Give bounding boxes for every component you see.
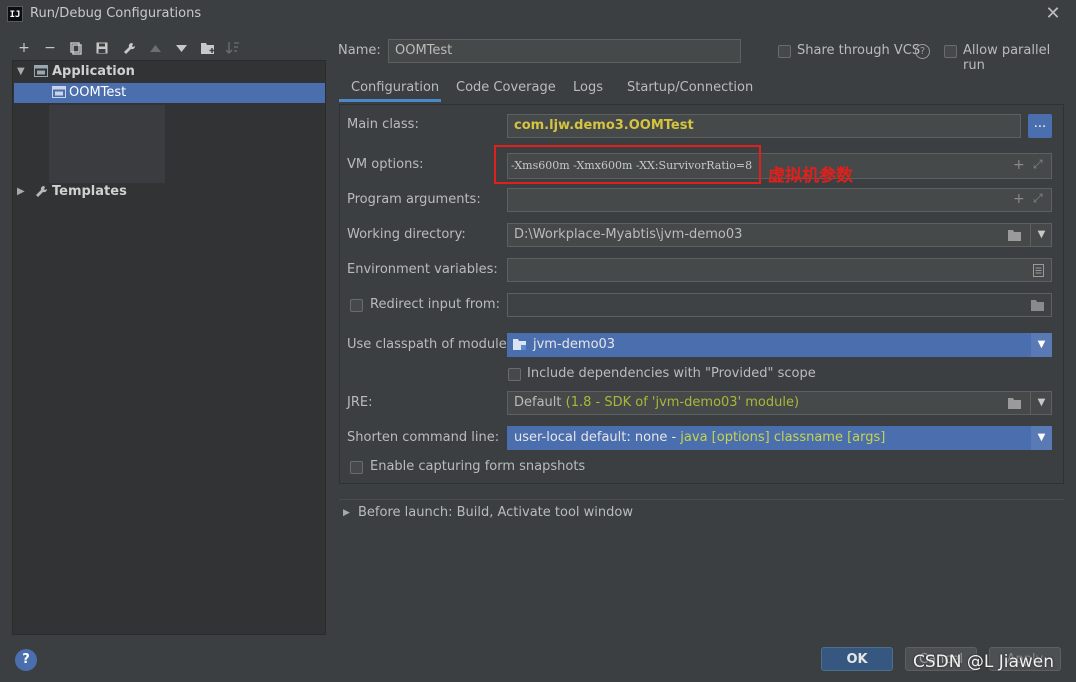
ok-button[interactable]: OK xyxy=(821,647,893,671)
tree-item-label: OOMTest xyxy=(69,85,127,100)
capture-snapshots-checkbox[interactable] xyxy=(350,461,363,474)
working-directory-value: D:\Workplace-Myabtis\jvm-demo03 xyxy=(514,227,743,242)
application-icon xyxy=(34,65,48,77)
name-field-value: OOMTest xyxy=(395,43,453,58)
divider xyxy=(339,499,1064,500)
expand-plus-icon[interactable]: + xyxy=(1013,157,1025,173)
working-directory-label: Working directory: xyxy=(347,227,466,242)
remove-icon[interactable]: − xyxy=(41,40,59,56)
folder-icon[interactable] xyxy=(1031,299,1046,315)
tab-code-coverage[interactable]: Code Coverage xyxy=(456,80,556,102)
add-icon[interactable]: + xyxy=(15,40,33,56)
chevron-down-icon[interactable]: ▼ xyxy=(1030,224,1052,246)
shorten-main-text: user-local default: none xyxy=(514,430,668,445)
main-class-field[interactable]: com.ljw.demo3.OOMTest xyxy=(507,114,1021,138)
tab-startup-connection[interactable]: Startup/Connection xyxy=(627,80,753,102)
name-field[interactable]: OOMTest xyxy=(388,39,741,63)
annotation-vm-params: 虚拟机参数 xyxy=(768,166,853,186)
wrench-icon[interactable] xyxy=(120,40,138,56)
watermark: CSDN @L Jiawen xyxy=(913,652,1055,672)
expand-field-icon[interactable]: ⤢ xyxy=(1033,157,1043,172)
allow-parallel-label: Allow parallel run xyxy=(963,43,1051,73)
shorten-detail-text: java [options] classname [args] xyxy=(680,430,886,445)
application-icon xyxy=(52,86,66,98)
jre-field[interactable]: Default (1.8 - SDK of 'jvm-demo03' modul… xyxy=(507,391,1052,415)
include-provided-checkbox[interactable] xyxy=(508,368,521,381)
chevron-down-icon[interactable]: ▼ xyxy=(1030,392,1052,414)
help-icon[interactable]: ? xyxy=(915,44,930,59)
jre-value: Default (1.8 - SDK of 'jvm-demo03' modul… xyxy=(508,392,1051,414)
shorten-command-select[interactable]: user-local default: none - java [options… xyxy=(507,426,1052,450)
chevron-down-icon[interactable]: ▼ xyxy=(1031,333,1052,357)
folder-icon[interactable] xyxy=(1008,229,1023,245)
title-bar: IJ Run/Debug Configurations ✕ xyxy=(0,0,1076,30)
tree-item-oomtest[interactable]: OOMTest xyxy=(14,83,325,103)
working-directory-field[interactable]: D:\Workplace-Myabtis\jvm-demo03 ▼ xyxy=(507,223,1052,247)
tree-templates[interactable]: Templates xyxy=(52,184,127,199)
move-down-icon[interactable] xyxy=(172,40,190,56)
share-vcs-label: Share through VCS xyxy=(797,43,921,58)
jre-default-text: Default xyxy=(514,395,562,410)
collapse-arrow-icon[interactable]: ▶ xyxy=(17,186,25,197)
module-folder-icon xyxy=(513,338,528,355)
shorten-separator: - xyxy=(667,430,681,445)
window-title: Run/Debug Configurations xyxy=(30,6,202,21)
expand-arrow-icon[interactable]: ▼ xyxy=(17,66,25,77)
expand-field-icon[interactable]: ⤢ xyxy=(1033,191,1043,206)
program-arguments-field[interactable]: + ⤢ xyxy=(507,188,1052,212)
copy-icon[interactable] xyxy=(67,40,85,56)
tab-logs[interactable]: Logs xyxy=(573,80,603,102)
allow-parallel-checkbox[interactable] xyxy=(944,45,957,58)
name-label: Name: xyxy=(338,43,381,58)
environment-variables-field[interactable] xyxy=(507,258,1052,282)
expand-plus-icon[interactable]: + xyxy=(1013,191,1025,207)
folder-icon[interactable] xyxy=(1008,397,1023,413)
chevron-down-icon[interactable]: ▼ xyxy=(1031,426,1052,450)
help-icon[interactable]: ? xyxy=(15,649,37,671)
move-up-icon[interactable] xyxy=(146,40,164,56)
intellij-app-icon: IJ xyxy=(7,6,23,22)
save-icon[interactable] xyxy=(93,40,111,56)
redirect-input-label: Redirect input from: xyxy=(370,297,500,312)
share-vcs-checkbox[interactable] xyxy=(778,45,791,58)
jre-detail-text: (1.8 - SDK of 'jvm-demo03' module) xyxy=(565,395,800,410)
capture-snapshots-label: Enable capturing form snapshots xyxy=(370,459,586,474)
classpath-module-value: jvm-demo03 xyxy=(533,337,616,352)
before-launch-label[interactable]: Before launch: Build, Activate tool wind… xyxy=(358,505,633,520)
tree-group-application[interactable]: Application xyxy=(52,64,135,79)
jre-label: JRE: xyxy=(347,395,373,410)
shorten-command-label: Shorten command line: xyxy=(347,430,500,445)
new-folder-icon[interactable] xyxy=(199,40,217,56)
annotation-red-box xyxy=(494,145,761,184)
active-tab-indicator xyxy=(339,99,441,102)
document-icon[interactable] xyxy=(1033,264,1044,281)
main-class-label: Main class: xyxy=(347,117,419,132)
classpath-module-select[interactable]: jvm-demo03 ▼ xyxy=(507,333,1052,357)
environment-variables-label: Environment variables: xyxy=(347,262,498,277)
classpath-module-label: Use classpath of module: xyxy=(347,337,512,352)
redirect-input-checkbox[interactable] xyxy=(350,299,363,312)
browse-main-class-button[interactable]: ... xyxy=(1028,114,1052,138)
shorten-command-value: user-local default: none - java [options… xyxy=(514,430,885,445)
wrench-icon xyxy=(35,185,49,199)
main-class-value: com.ljw.demo3.OOMTest xyxy=(514,118,694,133)
program-arguments-label: Program arguments: xyxy=(347,192,481,207)
configurations-tree[interactable]: ▼ Application OOMTest ▶ Templates xyxy=(12,60,326,635)
sort-icon[interactable] xyxy=(224,40,242,56)
close-icon[interactable]: ✕ xyxy=(1044,3,1062,25)
vm-options-label: VM options: xyxy=(347,157,424,172)
blurred-region xyxy=(49,105,165,183)
include-provided-label: Include dependencies with "Provided" sco… xyxy=(527,366,816,381)
expand-arrow-icon[interactable]: ▶ xyxy=(343,508,350,518)
redirect-input-field[interactable] xyxy=(507,293,1052,317)
